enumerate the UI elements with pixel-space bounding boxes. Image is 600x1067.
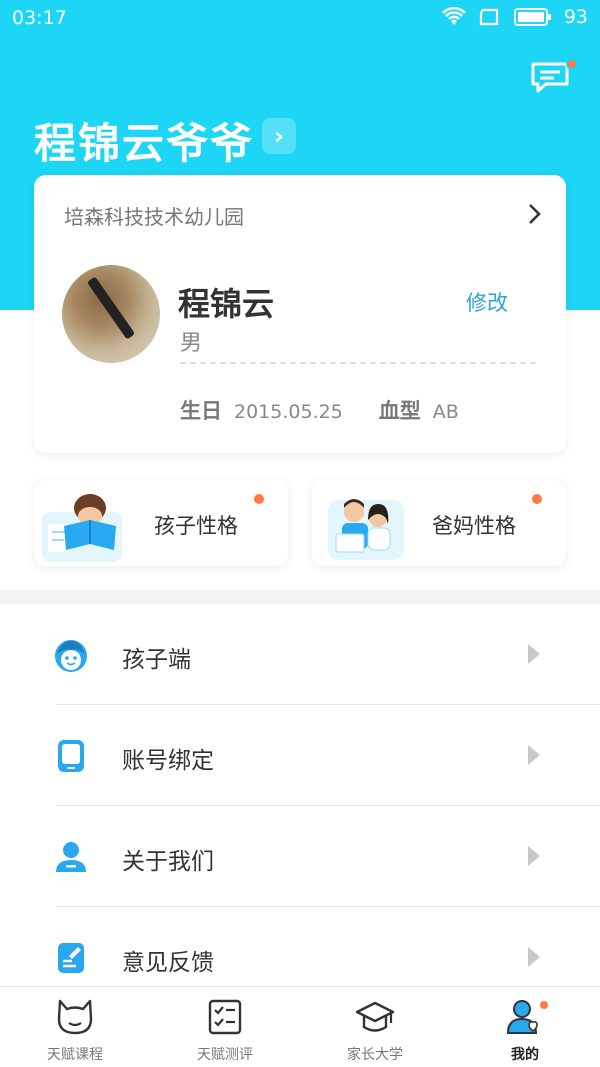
divider bbox=[180, 362, 536, 364]
title-chevron-icon[interactable]: › bbox=[262, 118, 296, 154]
parent-personality-card[interactable]: 爸妈性格 bbox=[312, 480, 566, 566]
child-personality-badge bbox=[254, 494, 264, 504]
menu-item-label: 关于我们 bbox=[122, 849, 214, 875]
message-badge bbox=[566, 58, 578, 70]
parent-personality-label: 爸妈性格 bbox=[432, 514, 516, 538]
parents-icon bbox=[328, 499, 404, 560]
child-personality-card[interactable]: 孩子性格 bbox=[34, 480, 288, 566]
checklist-icon bbox=[208, 999, 242, 1035]
birthday-label: 生日 bbox=[180, 399, 222, 423]
tab-label: 我的 bbox=[511, 1047, 539, 1063]
edit-button[interactable]: 修改 bbox=[466, 287, 508, 317]
status-time: 03:17 bbox=[12, 7, 67, 29]
profile-card: 培森科技技术幼儿园 程锦云 男 修改 生日 2015.05.25 血型 AB bbox=[34, 175, 566, 453]
child-name: 程锦云 bbox=[178, 285, 275, 323]
parent-personality-badge bbox=[532, 494, 542, 504]
menu-item-label: 账号绑定 bbox=[122, 748, 214, 774]
avatar[interactable] bbox=[62, 265, 160, 363]
child-face-icon bbox=[55, 640, 87, 672]
chevron-right-icon[interactable] bbox=[528, 203, 542, 225]
tab-badge bbox=[538, 999, 550, 1011]
tab-talent-courses[interactable]: 天赋课程 bbox=[0, 987, 150, 1067]
arrow-right-icon bbox=[528, 745, 540, 765]
menu-item-child-app[interactable]: 孩子端 bbox=[0, 604, 600, 705]
battery-icon bbox=[513, 8, 551, 26]
menu-item-account-binding[interactable]: 账号绑定 bbox=[0, 705, 600, 806]
wifi-icon bbox=[441, 7, 466, 25]
tab-label: 天赋测评 bbox=[197, 1047, 253, 1063]
tab-mine[interactable]: 我的 bbox=[450, 987, 600, 1067]
arrow-right-icon bbox=[528, 846, 540, 866]
menu-item-about-us[interactable]: 关于我们 bbox=[0, 806, 600, 907]
tab-parent-university[interactable]: 家长大学 bbox=[300, 987, 450, 1067]
menu-list: 孩子端 账号绑定 关于我们 意见反馈 bbox=[0, 604, 600, 986]
status-icons: 93 bbox=[441, 6, 588, 28]
tab-label: 天赋课程 bbox=[47, 1047, 103, 1063]
child-personality-label: 孩子性格 bbox=[154, 514, 238, 538]
tab-talent-assessment[interactable]: 天赋测评 bbox=[150, 987, 300, 1067]
tab-label: 家长大学 bbox=[347, 1047, 403, 1063]
birthday-value: 2015.05.25 bbox=[234, 401, 343, 423]
menu-item-label: 意见反馈 bbox=[122, 950, 214, 976]
menu-item-label: 孩子端 bbox=[122, 647, 191, 673]
status-bar: 03:17 93 bbox=[0, 0, 600, 38]
feedback-icon bbox=[58, 943, 84, 973]
child-reading-icon bbox=[42, 494, 122, 562]
person-icon bbox=[56, 842, 86, 872]
phone-icon bbox=[58, 740, 84, 772]
arrow-right-icon bbox=[528, 947, 540, 967]
page-title[interactable]: 程锦云爷爷 bbox=[34, 110, 254, 171]
battery-level: 93 bbox=[563, 6, 588, 28]
tab-bar: 天赋课程 天赋测评 家长大学 我的 bbox=[0, 986, 600, 1067]
cat-face-icon bbox=[57, 999, 93, 1035]
school-name[interactable]: 培森科技技术幼儿园 bbox=[64, 201, 244, 230]
graduation-cap-icon bbox=[355, 1001, 395, 1032]
info-row: 生日 2015.05.25 血型 AB bbox=[180, 395, 459, 425]
blood-type-value: AB bbox=[432, 401, 459, 423]
child-gender: 男 bbox=[180, 331, 203, 356]
arrow-right-icon bbox=[528, 644, 540, 664]
blood-type-label: 血型 bbox=[378, 399, 421, 423]
sim-icon bbox=[479, 8, 498, 26]
